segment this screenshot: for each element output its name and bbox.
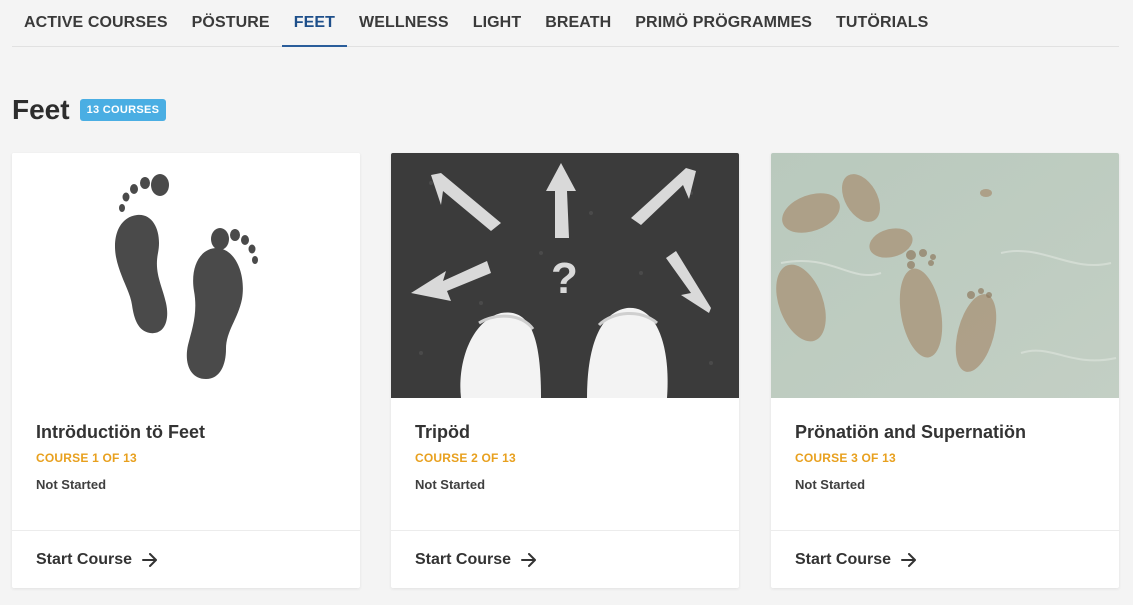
card-footer: Start Course (12, 530, 360, 588)
course-number: COURSE 2 OF 13 (415, 451, 516, 465)
section-heading: Feet 13 COURSES (12, 94, 167, 126)
course-status: Not Started (415, 477, 486, 492)
svg-text:?: ? (551, 254, 578, 303)
course-image-arrows-shoes[interactable]: ? (391, 153, 739, 398)
tab-breath[interactable]: BREATH (533, 0, 623, 47)
course-title[interactable]: Prönatiön and Supernatiön (795, 422, 1026, 443)
arrows-and-shoes-image: ? (391, 153, 739, 398)
course-image-footprints[interactable] (12, 153, 360, 398)
card-footer: Start Course (391, 530, 739, 588)
tab-primo-programmes[interactable]: PRIMÖ PRÖGRAMMES (623, 0, 824, 47)
footprints-icon (12, 153, 360, 398)
tab-active-courses[interactable]: ACTIVE COURSES (12, 0, 180, 47)
category-tabs: ACTIVE COURSES PÖSTURE FEET WELLNESS LIG… (12, 0, 1119, 47)
tab-posture[interactable]: PÖSTURE (180, 0, 282, 47)
course-status: Not Started (36, 477, 107, 492)
course-image-sand-footprints[interactable] (771, 153, 1119, 398)
course-status: Not Started (795, 477, 866, 492)
start-course-label: Start Course (415, 551, 512, 568)
arrow-right-icon (142, 553, 158, 567)
arrow-right-icon (901, 553, 917, 567)
course-card[interactable]: ? Tripöd COURSE 2 OF 13 Not Started Star… (391, 153, 739, 588)
start-course-button[interactable]: Start Course (795, 551, 917, 569)
course-count-badge: 13 COURSES (79, 99, 167, 121)
tab-feet[interactable]: FEET (281, 0, 347, 47)
page-title: Feet (12, 94, 70, 125)
tab-tutorials[interactable]: TUTÖRIALS (824, 0, 940, 47)
start-course-label: Start Course (795, 551, 892, 568)
arrow-right-icon (521, 553, 537, 567)
sand-footprints-image (771, 153, 1119, 398)
course-title[interactable]: Tripöd (415, 422, 470, 443)
start-course-label: Start Course (36, 551, 133, 568)
course-number: COURSE 3 OF 13 (795, 451, 896, 465)
start-course-button[interactable]: Start Course (36, 551, 158, 569)
tab-wellness[interactable]: WELLNESS (347, 0, 461, 47)
start-course-button[interactable]: Start Course (415, 551, 537, 569)
tab-light[interactable]: LIGHT (461, 0, 534, 47)
course-card[interactable]: Intröductiön tö Feet COURSE 1 OF 13 Not … (12, 153, 360, 588)
course-title[interactable]: Intröductiön tö Feet (36, 422, 205, 443)
course-number: COURSE 1 OF 13 (36, 451, 137, 465)
course-card[interactable]: Prönatiön and Supernatiön COURSE 3 OF 13… (771, 153, 1119, 588)
card-footer: Start Course (771, 530, 1119, 588)
